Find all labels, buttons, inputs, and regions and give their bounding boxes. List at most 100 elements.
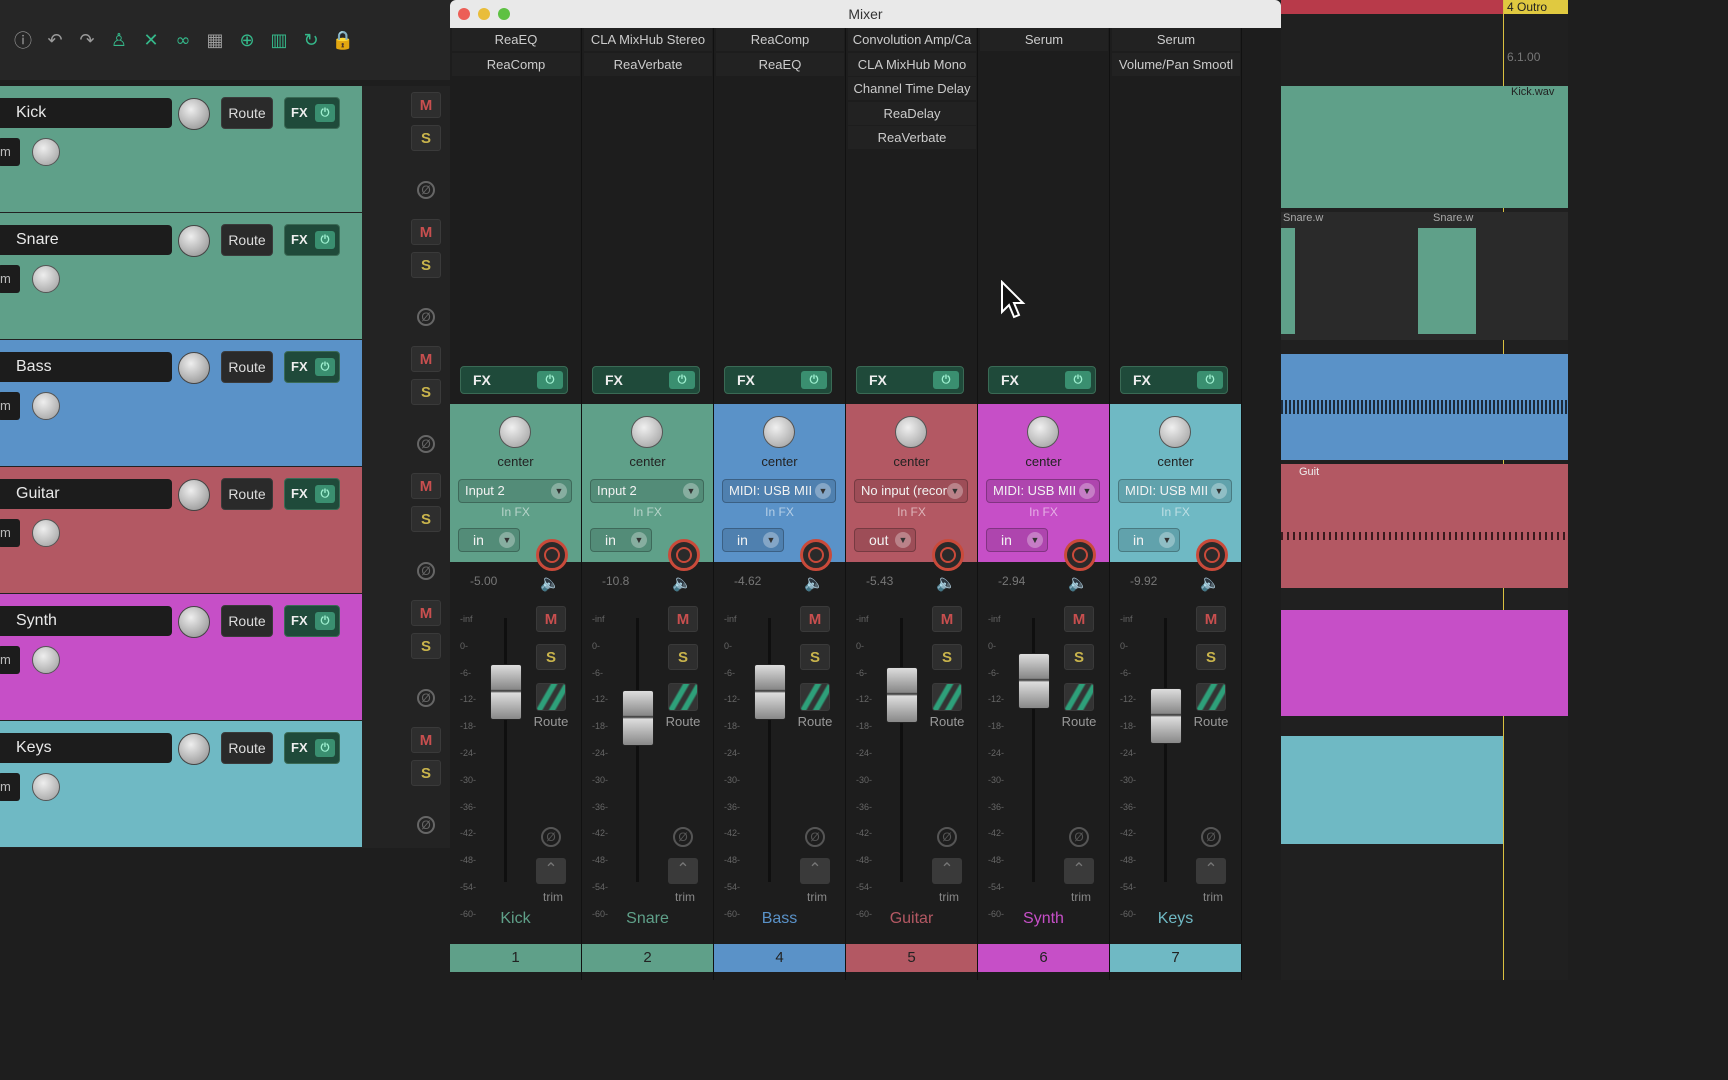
fx-slot[interactable]: ReaEQ — [716, 52, 844, 76]
record-arm-button[interactable] — [1196, 539, 1228, 571]
lane-keys[interactable] — [1281, 736, 1503, 844]
route-icon[interactable] — [668, 683, 698, 711]
minimize-button[interactable] — [478, 8, 490, 20]
input-fx-label[interactable]: In FX — [714, 505, 845, 519]
marker-outro[interactable]: 4 Outro — [1503, 0, 1568, 14]
fx-slot[interactable]: CLA MixHub Stereo — [584, 28, 712, 51]
route-button[interactable]: Route — [221, 605, 273, 637]
fx-slot[interactable]: Volume/Pan Smootl — [1112, 52, 1240, 76]
pan-knob[interactable] — [1027, 416, 1059, 448]
fx-bypass-icon[interactable]: ⏻ — [801, 371, 827, 389]
pan-knob[interactable] — [763, 416, 795, 448]
solo-button[interactable]: S — [411, 379, 441, 405]
solo-button[interactable]: S — [536, 644, 566, 670]
speaker-icon[interactable]: 🔈 — [804, 573, 824, 592]
input-monitor-button[interactable]: m — [0, 265, 20, 293]
track-name[interactable]: Guitar — [0, 479, 172, 509]
fx-button[interactable]: FX ⏻ — [284, 732, 340, 764]
monitor-mode-select[interactable]: in ▼ — [590, 528, 652, 552]
solo-button[interactable]: S — [668, 644, 698, 670]
track-name[interactable]: Snare — [0, 225, 172, 255]
route-button[interactable]: Route — [221, 97, 273, 129]
fx-slot[interactable]: Convolution Amp/Ca — [848, 28, 976, 51]
mute-button[interactable]: M — [411, 473, 441, 499]
monitor-mode-select[interactable]: out ▼ — [854, 528, 916, 552]
strip-track-name[interactable]: Bass — [714, 910, 845, 928]
volume-fader[interactable] — [1150, 687, 1182, 744]
track-name[interactable]: Synth — [0, 606, 172, 636]
speaker-icon[interactable]: 🔈 — [540, 573, 560, 592]
fx-bypass-icon[interactable]: ⏻ — [537, 371, 563, 389]
mute-button[interactable]: M — [411, 727, 441, 753]
volume-knob[interactable] — [178, 733, 210, 765]
zoom-button[interactable] — [498, 8, 510, 20]
mute-button[interactable]: M — [668, 606, 698, 632]
fx-chain-button[interactable]: FX ⏻ — [592, 366, 700, 394]
fx-bypass-icon[interactable]: ⏻ — [315, 739, 335, 757]
input-monitor-button[interactable]: m — [0, 519, 20, 547]
fx-chain-button[interactable]: FX ⏻ — [460, 366, 568, 394]
pan-knob[interactable] — [631, 416, 663, 448]
track-number[interactable]: 5 — [846, 944, 977, 972]
pan-knob[interactable] — [32, 138, 60, 166]
input-monitor-button[interactable]: m — [0, 392, 20, 420]
fx-bypass-icon[interactable]: ⏻ — [315, 612, 335, 630]
fader-track[interactable] — [900, 618, 903, 882]
volume-knob[interactable] — [178, 606, 210, 638]
crossfade-icon[interactable]: ✕ — [140, 29, 162, 51]
record-arm-button[interactable] — [536, 539, 568, 571]
tcp-track[interactable]: ◀SynthRouteFX⏻m — [0, 594, 362, 721]
tcp-track[interactable]: ◀GuitarRouteFX⏻m — [0, 467, 362, 594]
mute-button[interactable]: M — [411, 219, 441, 245]
solo-button[interactable]: S — [411, 633, 441, 659]
track-name[interactable]: Keys — [0, 733, 172, 763]
input-select[interactable]: Input 2 ▼ — [458, 479, 572, 503]
lane-guitar[interactable] — [1281, 464, 1568, 588]
input-select[interactable]: MIDI: USB MII ▼ — [986, 479, 1100, 503]
fx-slot[interactable]: ReaComp — [716, 28, 844, 51]
input-select[interactable]: MIDI: USB MII ▼ — [722, 479, 836, 503]
solo-button[interactable]: S — [411, 125, 441, 151]
arrange-view[interactable]: 4 Outro 6.1.00 Kick.wav Snare.w Snare.w … — [1281, 0, 1568, 980]
loop-icon[interactable]: ↻ — [300, 29, 322, 51]
track-number[interactable]: 7 — [1110, 944, 1241, 972]
input-monitor-button[interactable]: m — [0, 773, 20, 801]
solo-button[interactable]: S — [800, 644, 830, 670]
mute-button[interactable]: M — [1064, 606, 1094, 632]
speaker-icon[interactable]: 🔈 — [1200, 573, 1220, 592]
route-icon[interactable] — [536, 683, 566, 711]
fx-slot[interactable]: ReaVerbate — [584, 52, 712, 76]
fx-bypass-icon[interactable]: ⏻ — [669, 371, 695, 389]
fx-bypass-icon[interactable]: ⏻ — [315, 485, 335, 503]
solo-button[interactable]: S — [411, 506, 441, 532]
fx-slot[interactable]: ReaDelay — [848, 101, 976, 125]
clip-snare-2[interactable] — [1418, 228, 1476, 334]
envelope-icon[interactable]: ⌃ — [1196, 858, 1226, 884]
fx-button[interactable]: FX ⏻ — [284, 605, 340, 637]
mute-button[interactable]: M — [411, 92, 441, 118]
grid-icon[interactable]: ▦ — [204, 29, 226, 51]
mute-button[interactable]: M — [411, 346, 441, 372]
envelope-icon[interactable]: ⌃ — [668, 858, 698, 884]
solo-button[interactable]: S — [411, 252, 441, 278]
track-number[interactable]: 4 — [714, 944, 845, 972]
phase-invert-icon[interactable]: Ø — [673, 827, 693, 847]
fx-bypass-icon[interactable]: ⏻ — [315, 104, 335, 122]
fx-button[interactable]: FX ⏻ — [284, 97, 340, 129]
phase-invert-icon[interactable]: Ø — [805, 827, 825, 847]
metronome-icon[interactable]: ♙ — [108, 29, 130, 51]
track-number[interactable]: 6 — [978, 944, 1109, 972]
volume-knob[interactable] — [178, 98, 210, 130]
fx-chain-button[interactable]: FX ⏻ — [856, 366, 964, 394]
input-fx-label[interactable]: In FX — [978, 505, 1109, 519]
monitor-mode-select[interactable]: in ▼ — [722, 528, 784, 552]
input-fx-label[interactable]: In FX — [1110, 505, 1241, 519]
track-name[interactable]: Kick — [0, 98, 172, 128]
phase-invert-icon[interactable]: Ø — [417, 562, 435, 580]
tcp-track[interactable]: ◀SnareRouteFX⏻m — [0, 213, 362, 340]
envelope-icon[interactable]: ⌃ — [1064, 858, 1094, 884]
record-arm-button[interactable] — [932, 539, 964, 571]
input-fx-label[interactable]: In FX — [846, 505, 977, 519]
phase-invert-icon[interactable]: Ø — [1201, 827, 1221, 847]
route-icon[interactable] — [1064, 683, 1094, 711]
